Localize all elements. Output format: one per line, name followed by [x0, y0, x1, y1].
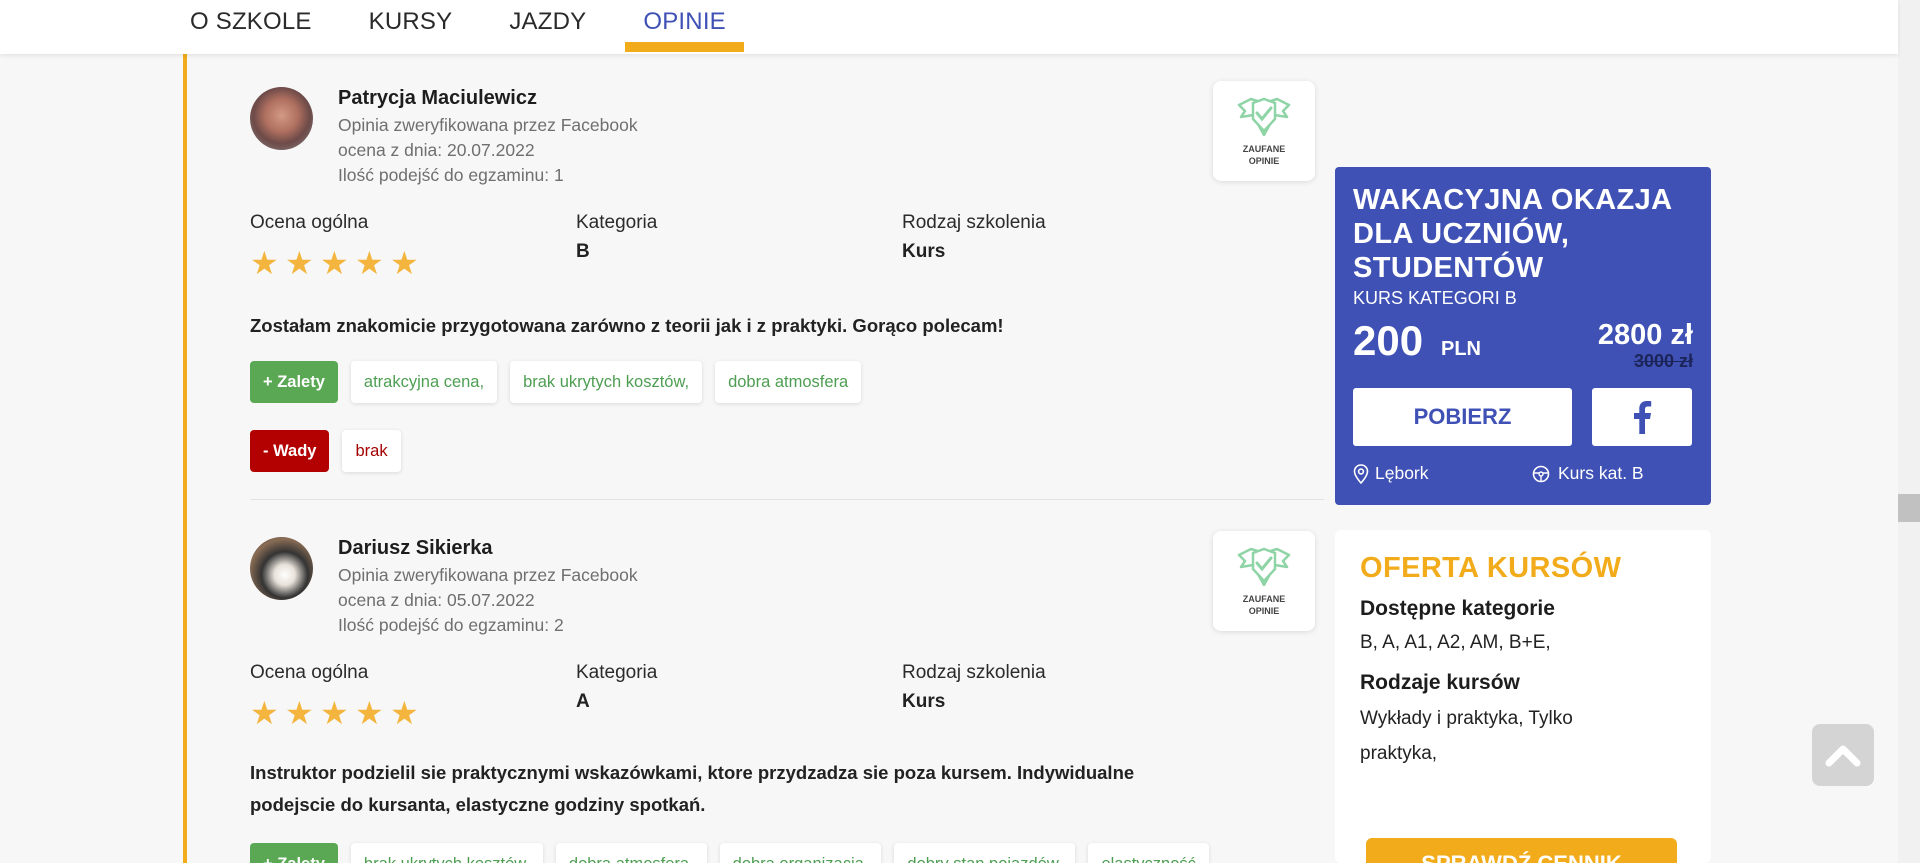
- scrollbar-thumb[interactable]: [1898, 494, 1920, 522]
- promo-course-type: Kurs kat. B: [1532, 463, 1644, 484]
- nav-item-kursy[interactable]: KURSY: [369, 0, 453, 54]
- overall-rating-label: Ocena ogólna: [250, 212, 369, 233]
- con-chip: brak: [342, 430, 401, 472]
- promo-subtitle: KURS KATEGORI B: [1353, 288, 1517, 308]
- avatar: [250, 537, 313, 600]
- course-types-heading: Rodzaje kursów: [1360, 671, 1520, 694]
- pros-list: + Zalety brak ukrytych kosztów, dobra at…: [250, 843, 1222, 863]
- location-pin-icon: [1353, 463, 1369, 484]
- badge-label: ZAUFANE OPINIE: [1242, 594, 1286, 616]
- rating-stars: ★ ★ ★ ★ ★: [250, 694, 425, 732]
- facebook-button[interactable]: [1592, 388, 1692, 446]
- promo-old-price: 3000 zł: [1633, 351, 1693, 371]
- course-types-line-1: Wykłady i praktyka, Tylko: [1360, 708, 1573, 729]
- star-icon: ★: [250, 244, 279, 282]
- verified-text: Opinia zweryfikowana przez Facebook: [338, 115, 638, 135]
- star-icon: ★: [390, 694, 419, 732]
- cons-tag: - Wady: [250, 430, 330, 472]
- star-icon: ★: [355, 244, 384, 282]
- download-button[interactable]: POBIERZ: [1353, 388, 1572, 446]
- training-type-value: Kurs: [902, 691, 946, 712]
- star-icon: ★: [250, 694, 279, 732]
- review-divider: [250, 499, 1324, 500]
- nav-item-jazdy[interactable]: JAZDY: [509, 0, 586, 54]
- reviewer-name: Patrycja Maciulewicz: [338, 87, 537, 109]
- training-type-value: Kurs: [902, 241, 946, 262]
- chevron-up-icon: [1825, 745, 1861, 767]
- review-date: ocena z dnia: 05.07.2022: [338, 590, 535, 610]
- promo-price: 200: [1353, 317, 1424, 364]
- trusted-reviews-badge: ZAUFANE OPINIE: [1213, 531, 1315, 631]
- cons-list: - Wady brak: [250, 430, 414, 472]
- pros-list: + Zalety atrakcyjna cena, brak ukrytych …: [250, 361, 874, 403]
- categories-heading: Dostępne kategorie: [1360, 597, 1555, 620]
- promo-card: WAKACYJNA OKAZJA DLA UCZNIÓW, STUDENTÓW …: [1335, 167, 1711, 505]
- pro-chip: elastyczność: [1088, 843, 1209, 863]
- pro-chip: dobra atmosfera,: [555, 843, 707, 863]
- review-text: Zostałam znakomicie przygotowana zarówno…: [250, 315, 1004, 336]
- promo-title: WAKACYJNA OKAZJA DLA UCZNIÓW, STUDENTÓW: [1353, 184, 1672, 284]
- steering-wheel-icon: [1532, 465, 1550, 482]
- reviewer-name: Dariusz Sikierka: [338, 537, 493, 559]
- rating-stars: ★ ★ ★ ★ ★: [250, 244, 425, 282]
- facebook-icon: [1634, 401, 1652, 434]
- offer-title: OFERTA KURSÓW: [1360, 552, 1622, 584]
- training-type-label: Rodzaj szkolenia: [902, 662, 1046, 683]
- exam-attempts: Ilość podejść do egzaminu: 2: [338, 615, 564, 635]
- star-icon: ★: [285, 694, 314, 732]
- star-icon: ★: [390, 244, 419, 282]
- nav-item-opinie[interactable]: OPINIE: [625, 0, 744, 54]
- star-icon: ★: [355, 694, 384, 732]
- course-type-label: Kurs kat. B: [1558, 463, 1644, 483]
- review-date: ocena z dnia: 20.07.2022: [338, 140, 535, 160]
- pro-chip: atrakcyjna cena,: [350, 361, 498, 403]
- exam-attempts: Ilość podejść do egzaminu: 1: [338, 165, 564, 185]
- promo-currency: PLN: [1441, 338, 1481, 360]
- review-card: Patrycja Maciulewicz Opinia zweryfikowan…: [250, 54, 1324, 499]
- shield-check-icon: [1237, 97, 1291, 137]
- badge-label: ZAUFANE OPINIE: [1242, 144, 1286, 166]
- pro-chip: dobry stan pojazdów,: [894, 843, 1076, 863]
- review-card: Dariusz Sikierka Opinia zweryfikowana pr…: [250, 504, 1324, 863]
- star-icon: ★: [320, 694, 349, 732]
- star-icon: ★: [285, 244, 314, 282]
- verified-text: Opinia zweryfikowana przez Facebook: [338, 565, 638, 585]
- accent-line: [183, 54, 187, 863]
- promo-new-price: 2800 zł: [1597, 319, 1693, 351]
- check-prices-button[interactable]: SPRAWDŹ CENNIK: [1366, 838, 1677, 863]
- top-navigation-bar: O SZKOLE KURSY JAZDY OPINIE: [0, 0, 1898, 54]
- category-label: Kategoria: [576, 212, 658, 233]
- category-label: Kategoria: [576, 662, 658, 683]
- page-scrollbar[interactable]: [1898, 0, 1920, 863]
- offer-card: OFERTA KURSÓW Dostępne kategorie B, A, A…: [1335, 530, 1711, 863]
- pro-chip: dobra organizacja,: [719, 843, 882, 863]
- promo-location: Lębork: [1353, 463, 1429, 484]
- review-text-line-1: Instruktor podzielil sie praktycznymi ws…: [250, 762, 1135, 783]
- pro-chip: brak ukrytych kosztów,: [510, 361, 703, 403]
- categories-list: B, A, A1, A2, AM, B+E,: [1360, 632, 1551, 653]
- training-type-label: Rodzaj szkolenia: [902, 212, 1046, 233]
- overall-rating-label: Ocena ogólna: [250, 662, 369, 683]
- pro-chip: dobra atmosfera: [715, 361, 862, 403]
- shield-check-icon: [1237, 547, 1291, 587]
- scroll-to-top-button[interactable]: [1812, 724, 1874, 786]
- trusted-reviews-badge: ZAUFANE OPINIE: [1213, 81, 1315, 181]
- pros-tag: + Zalety: [250, 843, 338, 863]
- course-types-line-2: praktyka,: [1360, 743, 1438, 764]
- category-value: B: [576, 241, 590, 262]
- category-value: A: [576, 691, 590, 712]
- review-text-line-2: podejscie do kursanta, elastyczne godzin…: [250, 794, 706, 815]
- star-icon: ★: [320, 244, 349, 282]
- location-label: Lębork: [1375, 463, 1429, 483]
- pro-chip: brak ukrytych kosztów,: [350, 843, 543, 863]
- avatar: [250, 87, 313, 150]
- main-nav: O SZKOLE KURSY JAZDY OPINIE: [190, 0, 801, 54]
- nav-item-o-szkole[interactable]: O SZKOLE: [190, 0, 312, 54]
- pros-tag: + Zalety: [250, 361, 338, 403]
